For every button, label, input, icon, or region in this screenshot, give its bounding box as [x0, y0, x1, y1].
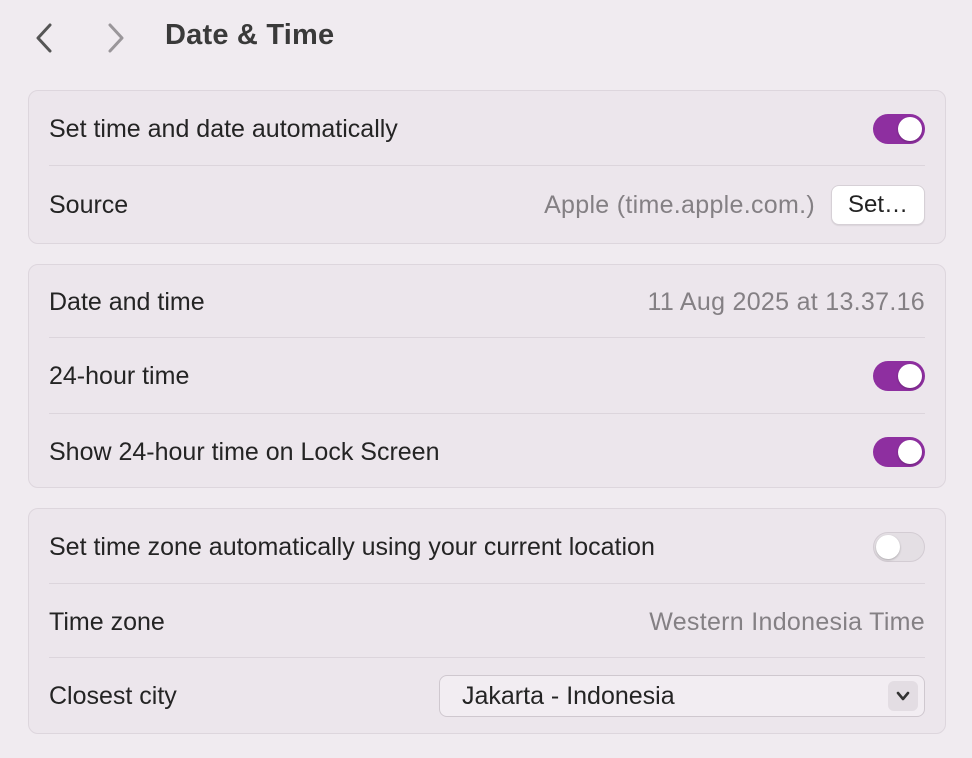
- time-zone-value: Western Indonesia Time: [649, 607, 925, 636]
- closest-city-row: Closest city Jakarta - Indonesia: [49, 669, 925, 723]
- date-time-value[interactable]: 11 Aug 2025 at 13.37.16: [647, 288, 925, 317]
- date-time-label: Date and time: [49, 287, 205, 316]
- set-auto-label: Set time and date automatically: [49, 114, 398, 143]
- lock-screen-toggle[interactable]: [873, 437, 925, 467]
- toggle-knob: [898, 117, 922, 141]
- time-zone-group: Set time zone automatically using your c…: [28, 508, 946, 734]
- hour24-row: 24-hour time: [49, 350, 925, 402]
- closest-city-value: Jakarta - Indonesia: [462, 681, 675, 710]
- source-row: Source Apple (time.apple.com.) Set…: [49, 179, 925, 231]
- hour24-toggle[interactable]: [873, 361, 925, 391]
- hour24-label: 24-hour time: [49, 361, 190, 390]
- chevron-down-icon: [888, 681, 918, 711]
- auto-zone-toggle[interactable]: [873, 532, 925, 562]
- source-value: Apple (time.apple.com.): [544, 190, 815, 219]
- divider: [49, 337, 925, 338]
- closest-city-label: Closest city: [49, 681, 177, 710]
- chevron-left-icon: [36, 23, 52, 53]
- toggle-knob: [898, 364, 922, 388]
- toggle-knob: [876, 535, 900, 559]
- divider: [49, 657, 925, 658]
- page-title: Date & Time: [165, 19, 335, 51]
- set-source-button[interactable]: Set…: [830, 185, 925, 225]
- date-time-row: Date and time 11 Aug 2025 at 13.37.16: [49, 276, 925, 328]
- auto-time-group: Set time and date automatically Source A…: [28, 90, 946, 244]
- chevron-right-icon: [108, 23, 124, 53]
- toggle-knob: [898, 440, 922, 464]
- divider: [49, 165, 925, 166]
- toolbar: Date & Time: [0, 0, 972, 76]
- source-controls: Apple (time.apple.com.) Set…: [544, 185, 925, 225]
- forward-button[interactable]: [98, 20, 134, 56]
- time-zone-row: Time zone Western Indonesia Time: [49, 596, 925, 648]
- date-time-group: Date and time 11 Aug 2025 at 13.37.16 24…: [28, 264, 946, 488]
- set-auto-row: Set time and date automatically: [49, 103, 925, 155]
- closest-city-select[interactable]: Jakarta - Indonesia: [439, 675, 925, 717]
- auto-zone-row: Set time zone automatically using your c…: [49, 521, 925, 573]
- divider: [49, 413, 925, 414]
- time-zone-label: Time zone: [49, 607, 165, 636]
- source-label: Source: [49, 190, 129, 219]
- auto-zone-label: Set time zone automatically using your c…: [49, 532, 655, 561]
- lock-screen-row: Show 24-hour time on Lock Screen: [49, 426, 925, 478]
- date-time-settings-page: Date & Time Set time and date automatica…: [0, 0, 972, 758]
- lock-screen-label: Show 24-hour time on Lock Screen: [49, 437, 440, 466]
- divider: [49, 583, 925, 584]
- set-auto-toggle[interactable]: [873, 114, 925, 144]
- back-button[interactable]: [26, 20, 62, 56]
